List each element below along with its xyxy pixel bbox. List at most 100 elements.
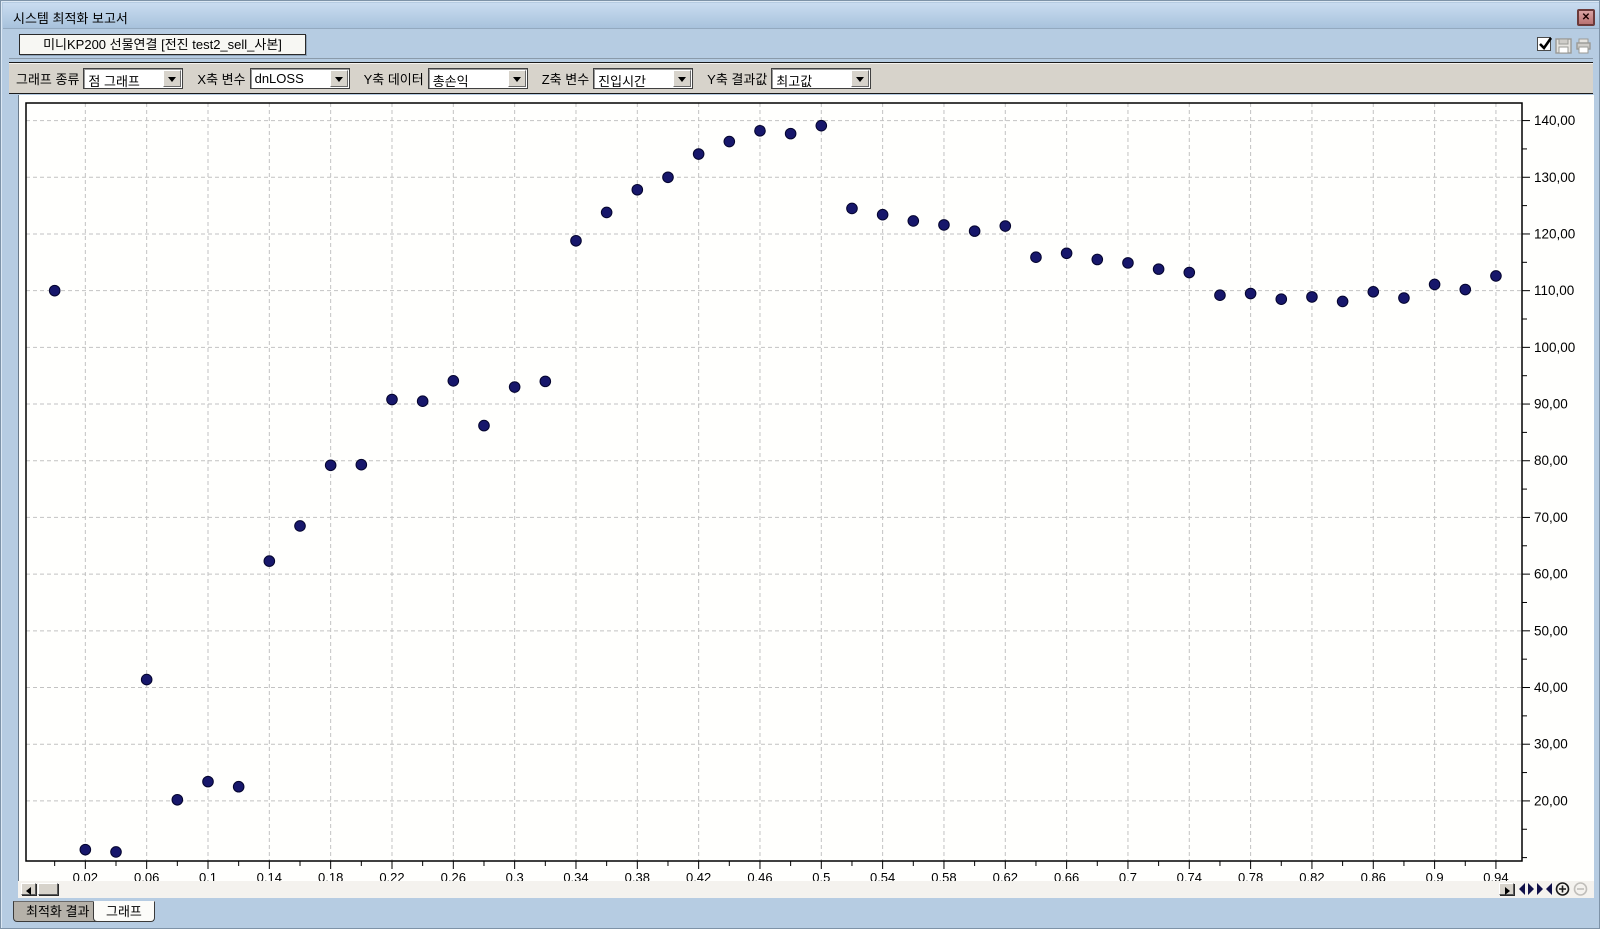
x-tick-label: 0,5 <box>812 870 830 881</box>
window-titlebar: 시스템 최적화 보고서 <box>3 3 1599 29</box>
y-tick-label: 50,00 <box>1534 623 1568 638</box>
data-point[interactable] <box>264 556 275 567</box>
data-point[interactable] <box>1307 292 1318 303</box>
x-tick-label: 0,62 <box>993 870 1018 881</box>
scroll-left-button[interactable] <box>21 883 36 895</box>
chart-hscrollbar[interactable] <box>18 881 1594 898</box>
data-point[interactable] <box>295 521 306 532</box>
data-point[interactable] <box>1000 221 1011 232</box>
system-optimization-report-window: 시스템 최적화 보고서 ✕ 미니KP200 선물연결 [전진 test2_sel… <box>0 0 1600 929</box>
x-tick-label: 0,3 <box>506 870 524 881</box>
data-point[interactable] <box>49 285 60 296</box>
y-tick-label: 140,00 <box>1534 113 1575 128</box>
y-tick-label: 100,00 <box>1534 340 1575 355</box>
graph-type-label: 그래프 종류 <box>16 69 79 88</box>
data-point[interactable] <box>1276 294 1287 305</box>
data-point[interactable] <box>1460 284 1471 295</box>
chevron-down-icon[interactable] <box>163 70 181 87</box>
data-point[interactable] <box>1245 288 1256 299</box>
close-button[interactable]: ✕ <box>1577 9 1595 26</box>
data-point[interactable] <box>325 460 336 471</box>
zoom-out-icon[interactable] <box>1572 882 1589 896</box>
data-point[interactable] <box>969 226 980 237</box>
x-tick-label: 0,14 <box>257 870 282 881</box>
collapse-horizontal-icon[interactable] <box>1536 882 1553 896</box>
chart-panel: 0,020,060,10,140,180,220,260,30,340,380,… <box>18 95 1594 881</box>
data-point[interactable] <box>417 396 428 407</box>
data-point[interactable] <box>785 128 796 139</box>
tab-graph[interactable]: 그래프 <box>93 901 155 922</box>
window-title: 시스템 최적화 보고서 <box>13 8 128 27</box>
zoom-in-icon[interactable] <box>1554 882 1571 896</box>
data-point[interactable] <box>141 674 152 685</box>
scroll-right-button[interactable] <box>1499 883 1514 895</box>
data-point[interactable] <box>816 120 827 131</box>
data-point[interactable] <box>80 844 91 855</box>
data-point[interactable] <box>663 172 674 183</box>
chevron-down-icon[interactable] <box>851 70 869 87</box>
x-tick-label: 0,9 <box>1426 870 1444 881</box>
data-point[interactable] <box>356 459 367 470</box>
data-point[interactable] <box>1031 252 1042 263</box>
data-point[interactable] <box>1153 264 1164 275</box>
data-point[interactable] <box>387 394 398 405</box>
data-point[interactable] <box>755 125 766 136</box>
data-point[interactable] <box>877 209 888 220</box>
x-tick-label: 0,1 <box>199 870 217 881</box>
data-point[interactable] <box>479 420 490 431</box>
data-point[interactable] <box>448 376 459 387</box>
data-point[interactable] <box>939 220 950 231</box>
data-point[interactable] <box>1123 258 1134 269</box>
expand-horizontal-icon[interactable] <box>1518 882 1535 896</box>
data-point[interactable] <box>693 149 704 160</box>
data-point[interactable] <box>1061 248 1072 259</box>
data-point[interactable] <box>1368 286 1379 297</box>
chevron-down-icon[interactable] <box>330 70 348 87</box>
data-point[interactable] <box>724 136 735 147</box>
y-axis-result-select[interactable]: 최고값 <box>771 68 871 89</box>
report-title-button[interactable]: 미니KP200 선물연결 [전진 test2_sell_사본] <box>19 34 306 55</box>
y-tick-label: 70,00 <box>1534 510 1568 525</box>
data-point[interactable] <box>233 781 244 792</box>
x-tick-label: 0,94 <box>1483 870 1508 881</box>
data-point[interactable] <box>1215 290 1226 301</box>
data-point[interactable] <box>172 794 183 805</box>
y-tick-label: 40,00 <box>1534 680 1568 695</box>
data-point[interactable] <box>203 776 214 787</box>
x-axis-variable-label: X축 변수 <box>197 69 245 88</box>
graph-type-value: 점 그래프 <box>88 71 139 90</box>
y-tick-label: 130,00 <box>1534 170 1575 185</box>
graph-type-select[interactable]: 점 그래프 <box>83 68 183 89</box>
scrollbar-thumb[interactable] <box>38 883 58 895</box>
data-point[interactable] <box>111 847 122 858</box>
x-tick-label: 0,7 <box>1119 870 1137 881</box>
data-point[interactable] <box>1337 296 1348 307</box>
data-point[interactable] <box>601 207 612 218</box>
x-tick-label: 0,42 <box>686 870 711 881</box>
z-axis-variable-select[interactable]: 진입시간 <box>593 68 693 89</box>
data-point[interactable] <box>1491 271 1502 282</box>
y-axis-data-select[interactable]: 총손익 <box>428 68 528 89</box>
data-point[interactable] <box>571 235 582 246</box>
x-axis-variable-select[interactable]: dnLOSS <box>250 68 350 89</box>
data-point[interactable] <box>509 382 520 393</box>
data-point[interactable] <box>847 203 858 214</box>
print-icon[interactable] <box>1575 38 1592 54</box>
save-icon[interactable] <box>1555 38 1572 54</box>
y-tick-label: 90,00 <box>1534 397 1568 412</box>
tab-optimization-results[interactable]: 최적화 결과 <box>13 901 102 922</box>
report-checkbox[interactable] <box>1537 37 1551 51</box>
close-icon: ✕ <box>1582 12 1590 23</box>
data-point[interactable] <box>908 216 919 227</box>
data-point[interactable] <box>540 376 551 387</box>
x-axis-variable-value: dnLOSS <box>255 71 304 86</box>
chevron-down-icon[interactable] <box>508 70 526 87</box>
data-point[interactable] <box>1092 254 1103 265</box>
data-point[interactable] <box>632 184 643 195</box>
x-tick-label: 0,22 <box>379 870 404 881</box>
data-point[interactable] <box>1184 267 1195 278</box>
x-tick-label: 0,18 <box>318 870 343 881</box>
chevron-down-icon[interactable] <box>673 70 691 87</box>
data-point[interactable] <box>1429 279 1440 290</box>
data-point[interactable] <box>1399 293 1410 304</box>
